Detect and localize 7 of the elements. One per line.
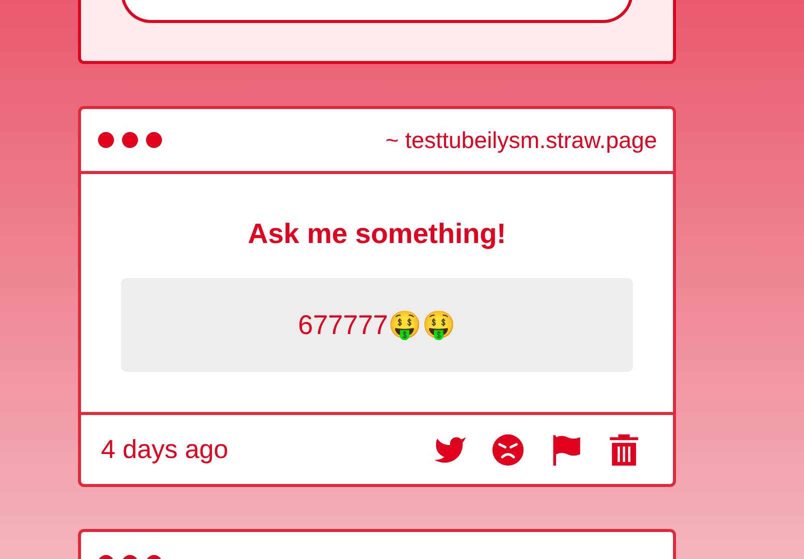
question-text: 677777🤑🤑 [121,278,633,372]
card-heading: Ask me something! [246,218,508,250]
window-dots-icon [97,131,163,149]
timestamp: 4 days ago [101,434,228,465]
site-url: ~ testtubeilysm.straw.page [385,126,657,154]
trash-icon[interactable] [607,432,641,466]
angry-face-icon[interactable] [491,432,525,466]
